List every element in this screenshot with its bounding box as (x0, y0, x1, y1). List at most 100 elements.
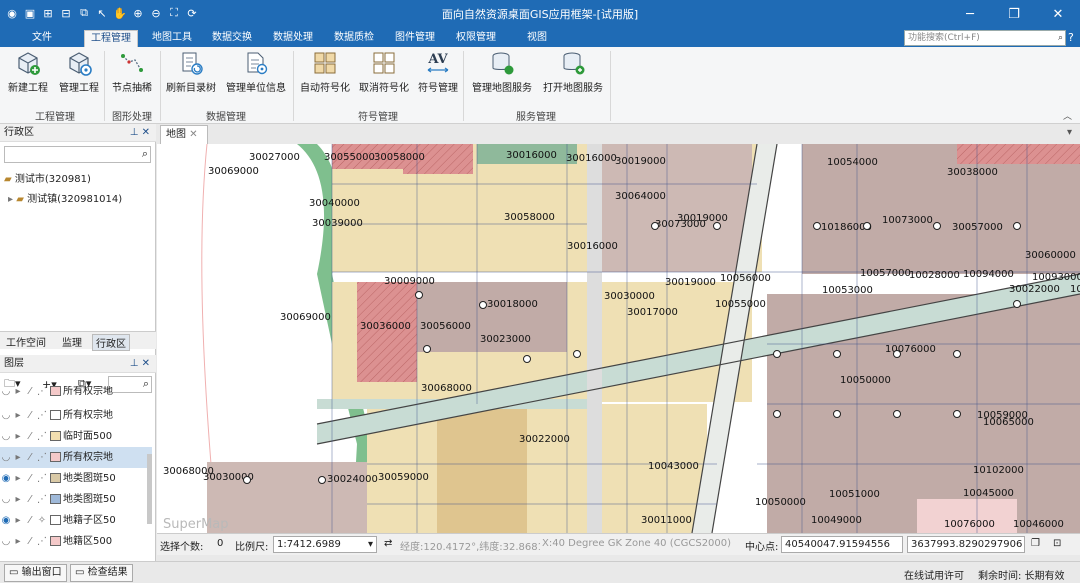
center-x-field[interactable]: 40540047.91594556 (781, 536, 903, 553)
tree-item-city[interactable]: ▰ 测试市(320981) (4, 170, 91, 185)
minimize-button[interactable]: ─ (948, 0, 992, 28)
parcel-label: 30023000 (480, 334, 531, 345)
help-icon[interactable]: ? (1068, 31, 1074, 44)
tab-map-tools[interactable]: 地图工具 (146, 30, 198, 47)
eye-icon[interactable]: ◉ (0, 510, 12, 531)
control-point-marker (833, 410, 841, 418)
eye-icon[interactable]: ◡ (0, 489, 12, 510)
tab-permissions[interactable]: 权限管理 (450, 30, 502, 47)
select-count-label: 选择个数: (160, 542, 204, 553)
output-window-button[interactable]: ▭ 输出窗口 (4, 564, 67, 582)
close-icon[interactable]: ✕ (189, 129, 197, 140)
collapse-ribbon-icon[interactable]: ︿ (1063, 109, 1072, 122)
layer-row[interactable]: ◉ ▸ ⁄ ✧ 地籍子区50 (0, 510, 152, 531)
tab-file[interactable]: 文件 (25, 30, 59, 47)
eye-icon[interactable]: ◡ (0, 405, 12, 426)
eye-icon[interactable]: ◡ (0, 447, 12, 468)
parcel-label: 30060000 (1025, 250, 1076, 261)
control-point-marker (773, 350, 781, 358)
search-icon[interactable]: ⌕ (142, 147, 148, 161)
tab-workspace[interactable]: 工作空间 (6, 334, 46, 349)
layer-row[interactable]: ◡ ▸ ⁄ ⋰ 临时面500 (0, 426, 152, 447)
parcel-label: 30024000 (327, 474, 378, 485)
search-icon[interactable]: ⌕ (1058, 31, 1063, 45)
parcel-label: 30016000 (567, 241, 618, 252)
scale-select[interactable]: 1:7412.6989 ▾ (273, 536, 377, 553)
map-document-tab[interactable]: 地图 ✕ (160, 125, 208, 144)
manage-project-button[interactable]: 管理工程 (56, 49, 102, 94)
tab-data-exchange[interactable]: 数据交换 (206, 30, 258, 47)
parcel-label: 10053000 (822, 285, 873, 296)
parcel-label: 10055000 (715, 299, 766, 310)
center-y-field[interactable]: 3637993.8290297906 (907, 536, 1025, 553)
parcel-label: 30055000 (324, 152, 375, 163)
layer-row[interactable]: ◉ ▸ ⁄ ⋰ 地类图斑50 (0, 468, 152, 489)
tab-region[interactable]: 行政区 (92, 334, 130, 351)
eye-icon[interactable]: ◡ (0, 426, 12, 447)
tree-item-town[interactable]: ▸ ▰ 测试镇(320981014) (8, 190, 122, 205)
control-point-marker (318, 476, 326, 484)
pin-close-icons[interactable]: ⊥ ✕ (130, 355, 150, 373)
eye-icon[interactable]: ◉ (0, 468, 12, 489)
control-point-marker (813, 222, 821, 230)
refresh-tree-button[interactable]: 刷新目录树 (164, 49, 218, 94)
group-label-data: 数据管理 (206, 112, 246, 123)
layer-swatch (50, 452, 61, 462)
restore-button[interactable]: ❐ (992, 0, 1036, 28)
parcel-label: 30058000 (374, 152, 425, 163)
cancel-symbolize-button[interactable]: 取消符号化 (356, 49, 412, 94)
parcel-label: 30018000 (487, 299, 538, 310)
tab-data-qc[interactable]: 数据质检 (328, 30, 380, 47)
tab-view[interactable]: 视图 (520, 30, 554, 47)
title-bar: ◉ ▣ ⊞ ⊟ ⧉ ↖ ✋ ⊕ ⊖ ⛶ ⟳ 面向自然资源桌面GIS应用框架-[试… (0, 0, 1080, 28)
pin-close-icons[interactable]: ⊥ ✕ (130, 124, 150, 142)
new-project-button[interactable]: 新建工程 (6, 49, 50, 94)
chevron-down-icon[interactable]: ▾ (368, 537, 373, 552)
function-search-input[interactable]: 功能搜索(Ctrl+F) ⌕ (904, 30, 1066, 46)
layer-scrollbar[interactable] (147, 454, 152, 524)
copy-icon[interactable]: ❐ (1031, 538, 1040, 549)
swap-icon[interactable]: ⇄ (384, 538, 392, 549)
auto-symbolize-button[interactable]: 自动符号化 (298, 49, 352, 94)
tab-supervision[interactable]: 监理 (62, 334, 82, 349)
tab-map-docs[interactable]: 图件管理 (389, 30, 441, 47)
open-map-service-button[interactable]: 打开地图服务 (540, 49, 606, 94)
map-canvas[interactable]: 30027000 30055000 30058000 30016000 30016000… (157, 144, 1080, 533)
parcel-label: 30057000 (952, 222, 1003, 233)
eye-icon[interactable]: ◡ (0, 386, 12, 398)
window-icon: ▭ (9, 567, 19, 578)
parcel-label: 30022000 (1009, 284, 1060, 295)
layer-row[interactable]: ◡ ▸ ⁄ ⋰ 地籍区500 (0, 531, 152, 552)
window-icon: ▭ (75, 567, 85, 578)
layer-row[interactable]: ◡ ▸ ⁄ ⋰ 所有权宗地 (0, 386, 152, 398)
database-open-icon (540, 49, 606, 77)
center-point-label: 中心点: (745, 542, 779, 553)
manage-map-service-button[interactable]: 管理地图服务 (469, 49, 535, 94)
parcel-label: 30030000 (604, 291, 655, 302)
tab-project[interactable]: 工程管理 (84, 30, 138, 47)
region-search-input[interactable]: ⌕ (4, 146, 151, 163)
eye-icon[interactable]: ◡ (0, 531, 12, 552)
node-thinning-button[interactable]: 节点抽稀 (110, 49, 154, 94)
parcel-label: 10102000 (973, 465, 1024, 476)
tab-list-dropdown-icon[interactable]: ▾ (1067, 127, 1072, 138)
expand-arrow-icon[interactable]: ▸ (8, 194, 13, 205)
map-view[interactable]: 30027000 30055000 30058000 30016000 30016000… (157, 144, 1080, 533)
region-panel-title: 行政区 (4, 127, 34, 138)
manage-unit-info-button[interactable]: 管理单位信息 (223, 49, 289, 94)
bottom-bar: ▭ 输出窗口 ▭ 检查结果 在线试用许可 剩余时间: 长期有效 (0, 561, 1080, 583)
parcel-label: 10054000 (827, 157, 878, 168)
license-text: 在线试用许可 (904, 571, 964, 582)
layer-row[interactable]: ◡ ▸ ⁄ ⋰ 地类图斑50 (0, 489, 152, 510)
check-results-button[interactable]: ▭ 检查结果 (70, 564, 133, 582)
locate-icon[interactable]: ⊡ (1053, 538, 1061, 549)
parcel-label: 30027000 (249, 152, 300, 163)
layer-swatch (50, 410, 61, 420)
layer-row[interactable]: ◡ ▸ ⁄ ⋰ 所有权宗地 (0, 405, 152, 426)
symbol-manage-button[interactable]: AV 符号管理 (416, 49, 460, 94)
symbol-grid-icon (298, 49, 352, 77)
layer-row-selected[interactable]: ◡ ▸ ⁄ ⋰ 所有权宗地 (0, 447, 152, 468)
text-spacing-icon: AV (416, 49, 460, 77)
close-button[interactable]: ✕ (1036, 0, 1080, 28)
tab-data-processing[interactable]: 数据处理 (267, 30, 319, 47)
